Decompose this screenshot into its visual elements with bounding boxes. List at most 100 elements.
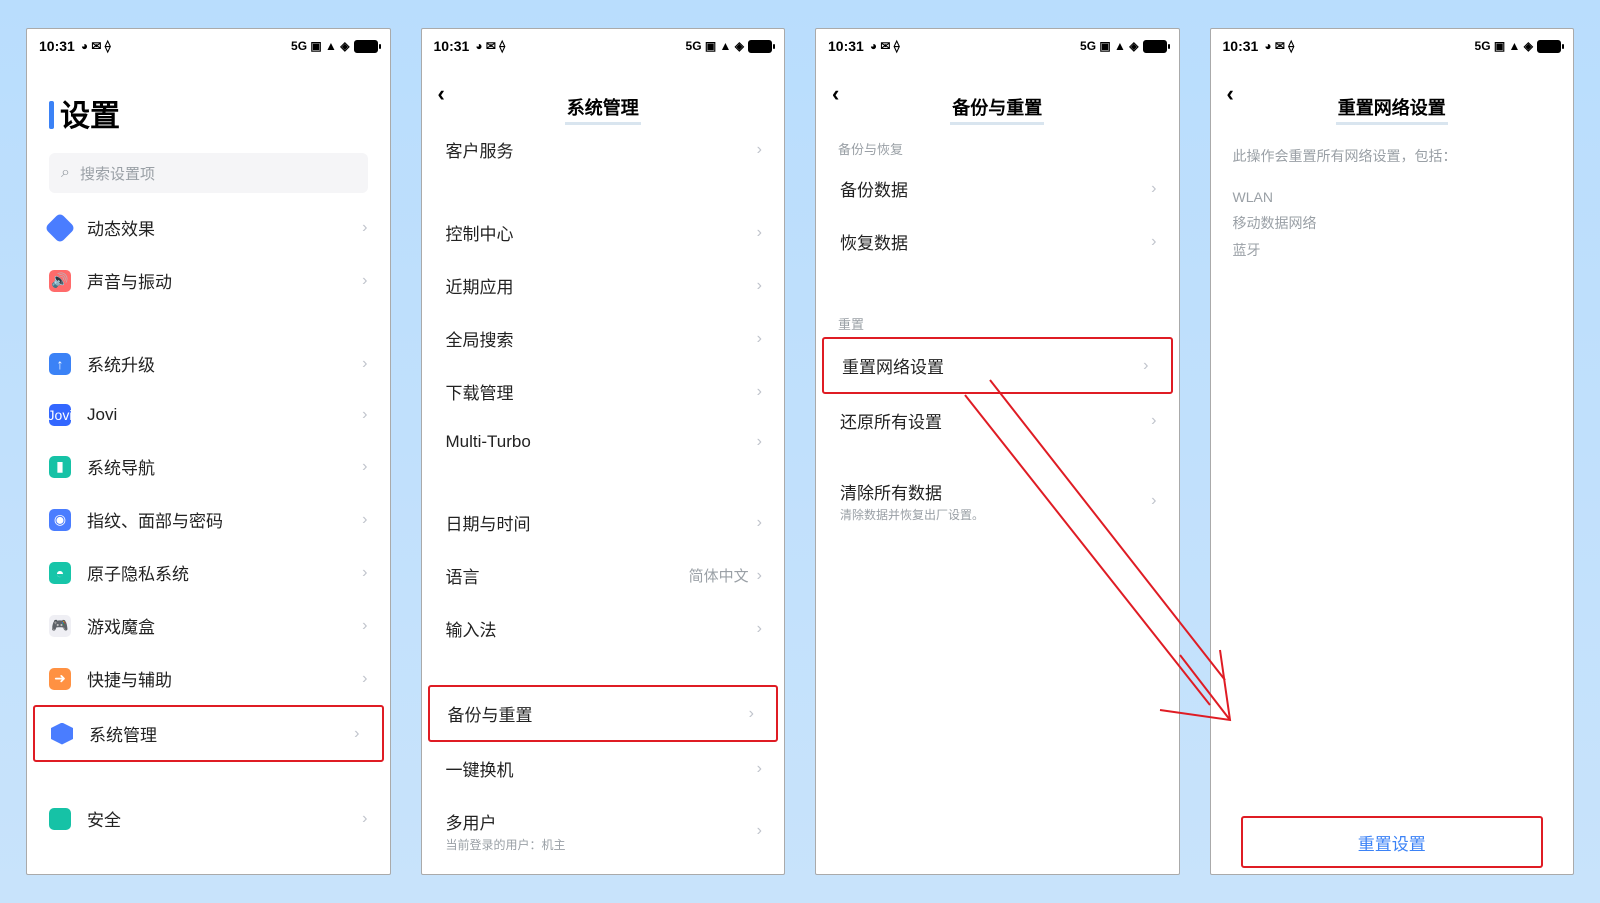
speaker-icon: 🔊 [49,270,71,292]
chevron-right-icon: › [362,670,367,688]
chevron-right-icon: › [362,810,367,828]
shield-icon [49,808,71,830]
chevron-right-icon: › [757,822,762,840]
chevron-right-icon: › [1151,180,1156,198]
battery-icon [748,40,772,53]
chevron-right-icon: › [757,141,762,159]
section-backup-restore: 备份与恢复 [816,123,1179,162]
language-value: 简体中文 [689,565,749,586]
chevron-right-icon: › [362,511,367,529]
search-placeholder: 搜索设置项 [80,163,155,184]
battery-icon [1537,40,1561,53]
chevron-right-icon: › [1151,492,1156,510]
chevron-right-icon: › [757,433,762,451]
status-time: 10:31 [1223,38,1259,54]
jovi-icon: Jovi [49,404,71,426]
info-lead: 此操作会重置所有网络设置，包括： [1233,143,1552,170]
status-right-icons: 5G ▣ ▲ ◈ [686,40,744,52]
item-control-center[interactable]: 控制中心› [422,206,785,259]
status-time: 10:31 [828,38,864,54]
chevron-right-icon: › [757,277,762,295]
page-title: 重置网络设置 [1336,94,1448,125]
chevron-right-icon: › [1151,233,1156,251]
item-backup-reset[interactable]: 备份与重置› [428,685,779,742]
phone-icon: ▮ [49,456,71,478]
item-backup-data[interactable]: 备份数据› [816,162,1179,215]
status-right-icons: 5G ▣ ▲ ◈ [291,40,349,52]
fingerprint-icon: ◉ [49,509,71,531]
screen-reset-network: 10:31 ◕ ✉ ⟠ 5G ▣ ▲ ◈ ‹ 重置网络设置 此操作会重置所有网络… [1210,28,1575,875]
status-right-icons: 5G ▣ ▲ ◈ [1080,40,1138,52]
item-clone-phone[interactable]: 一键换机› [422,742,785,795]
chevron-right-icon: › [757,620,762,638]
sidebar-item-nav[interactable]: ▮ 系统导航 › [27,440,390,493]
item-ime[interactable]: 输入法› [422,602,785,655]
item-reset-network[interactable]: 重置网络设置› [822,337,1173,394]
back-button[interactable]: ‹ [832,81,856,107]
status-time: 10:31 [434,38,470,54]
chevron-right-icon: › [362,219,367,237]
page-title: 系统管理 [565,94,641,125]
back-button[interactable]: ‹ [1227,81,1251,107]
chevron-right-icon: › [1151,412,1156,430]
sidebar-item-shortcut[interactable]: ➜ 快捷与辅助 › [27,652,390,705]
privacy-icon: ◓ [49,562,71,584]
status-right-icons: 5G ▣ ▲ ◈ [1475,40,1533,52]
status-left-icons: ◕ ✉ ⟠ [81,40,111,52]
page-title: 备份与重置 [950,94,1044,125]
item-erase-all[interactable]: 清除所有数据 清除数据并恢复出厂设置。 › [816,465,1179,537]
sidebar-item-upgrade[interactable]: ↑ 系统升级 › [27,337,390,390]
chevron-right-icon: › [757,760,762,778]
status-bar: 10:31 ◕ ✉ ⟠ 5G ▣ ▲ ◈ [422,29,785,63]
status-bar: 10:31 ◕ ✉ ⟠ 5G ▣ ▲ ◈ [1211,29,1574,63]
status-left-icons: ◕ ✉ ⟠ [1264,40,1294,52]
chevron-right-icon: › [757,224,762,242]
search-icon: ⌕ [61,164,70,182]
item-recent-apps[interactable]: 近期应用› [422,259,785,312]
chevron-right-icon: › [757,514,762,532]
chevron-right-icon: › [749,705,754,723]
game-icon: 🎮 [49,615,71,637]
item-download-manager[interactable]: 下载管理› [422,365,785,418]
sidebar-item-privacy[interactable]: ◓ 原子隐私系统 › [27,546,390,599]
multi-user-sub: 当前登录的用户：机主 [446,836,757,853]
sidebar-item-sysmgmt[interactable]: 系统管理 › [33,705,384,762]
page-title: 设置 [27,63,390,153]
battery-icon [1143,40,1167,53]
chevron-right-icon: › [362,355,367,373]
chevron-right-icon: › [757,330,762,348]
chevron-right-icon: › [362,272,367,290]
screen-system-management: 10:31 ◕ ✉ ⟠ 5G ▣ ▲ ◈ ‹ 系统管理 客户服务 › 控制中心›… [421,28,786,875]
item-customer-service[interactable]: 客户服务 › [422,123,785,176]
chevron-right-icon: › [362,617,367,635]
item-global-search[interactable]: 全局搜索› [422,312,785,365]
back-button[interactable]: ‹ [438,81,462,107]
sidebar-item-dynamic[interactable]: 动态效果 › [27,201,390,254]
sidebar-item-jovi[interactable]: Jovi Jovi › [27,390,390,440]
diamond-icon [44,212,75,243]
gear-icon [51,723,73,745]
sidebar-item-security[interactable]: 安全 › [27,792,390,845]
item-datetime[interactable]: 日期与时间› [422,496,785,549]
chevron-right-icon: › [1143,357,1148,375]
status-bar: 10:31 ◕ ✉ ⟠ 5G ▣ ▲ ◈ [27,29,390,63]
arrow-right-icon: ➜ [49,668,71,690]
section-reset: 重置 [816,298,1179,337]
sidebar-item-finger[interactable]: ◉ 指纹、面部与密码 › [27,493,390,546]
item-language[interactable]: 语言 简体中文 › [422,549,785,602]
screen-backup-reset: 10:31 ◕ ✉ ⟠ 5G ▣ ▲ ◈ ‹ 备份与重置 备份与恢复 备份数据›… [815,28,1180,875]
item-reset-all-settings[interactable]: 还原所有设置› [816,394,1179,447]
chevron-right-icon: › [354,725,359,743]
item-restore-data[interactable]: 恢复数据› [816,215,1179,268]
sidebar-item-gamebox[interactable]: 🎮 游戏魔盒 › [27,599,390,652]
reset-settings-button[interactable]: 重置设置 [1241,816,1544,868]
screen-settings: 10:31 ◕ ✉ ⟠ 5G ▣ ▲ ◈ 设置 ⌕ 搜索设置项 动态效果 › 🔊 [26,28,391,875]
erase-sub: 清除数据并恢复出厂设置。 [840,506,1151,523]
item-multi-turbo[interactable]: Multi-Turbo› [422,418,785,466]
status-time: 10:31 [39,38,75,54]
item-multi-user[interactable]: 多用户 当前登录的用户：机主 › [422,795,785,867]
search-input[interactable]: ⌕ 搜索设置项 [49,153,368,193]
chevron-right-icon: › [362,564,367,582]
status-bar: 10:31 ◕ ✉ ⟠ 5G ▣ ▲ ◈ [816,29,1179,63]
sidebar-item-sound[interactable]: 🔊 声音与振动 › [27,254,390,307]
